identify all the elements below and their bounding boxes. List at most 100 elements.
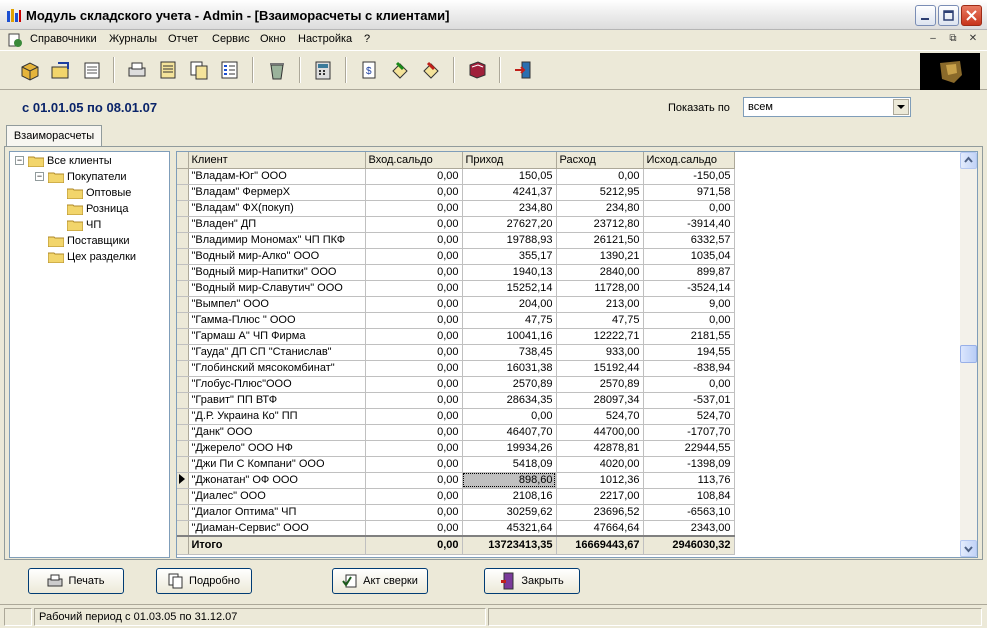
cell-expense[interactable]: 42878,81 — [556, 440, 644, 457]
cell-income[interactable]: 150,05 — [462, 168, 557, 185]
menu-service[interactable]: Сервис — [212, 33, 250, 45]
scroll-up-button[interactable] — [960, 152, 977, 169]
cell-opening-balance[interactable]: 0,00 — [365, 168, 463, 185]
cell-income[interactable]: 234,80 — [462, 200, 557, 217]
table-row[interactable]: "Владам" ФХ(покуп) 0,00 234,80 234,80 0,00 — [177, 200, 735, 217]
cell-client[interactable]: "Гармаш А" ЧП Фирма — [188, 328, 366, 345]
cell-closing-balance[interactable]: -6563,10 — [643, 504, 735, 521]
tree-collapse-toggle[interactable]: − — [35, 172, 44, 181]
cell-opening-balance[interactable]: 0,00 — [365, 312, 463, 329]
row-indicator[interactable] — [177, 408, 189, 425]
cell-client[interactable]: "Глобинский мясокомбинат" — [188, 360, 366, 377]
cell-client[interactable]: "Джерело" ООО НФ — [188, 440, 366, 457]
cell-closing-balance[interactable]: -1398,09 — [643, 456, 735, 473]
row-indicator[interactable] — [177, 376, 189, 393]
cell-expense[interactable]: 44700,00 — [556, 424, 644, 441]
scroll-down-button[interactable] — [960, 540, 977, 557]
cell-closing-balance[interactable]: 899,87 — [643, 264, 735, 281]
cell-client[interactable]: "Диалог Оптима" ЧП — [188, 504, 366, 521]
folder-hand-icon[interactable] — [50, 59, 72, 81]
cell-income[interactable]: 15252,14 — [462, 280, 557, 297]
cell-closing-balance[interactable]: -537,01 — [643, 392, 735, 409]
table-row[interactable]: "Гауда" ДП СП "Станислав" 0,00 738,45 933,0… — [177, 344, 735, 361]
cell-expense[interactable]: 4020,00 — [556, 456, 644, 473]
tree-node-retail[interactable]: Розница — [67, 201, 129, 217]
cell-client[interactable]: "Водный мир-Напитки" ООО — [188, 264, 366, 281]
cell-expense[interactable]: 2217,00 — [556, 488, 644, 505]
cell-opening-balance[interactable]: 0,00 — [365, 376, 463, 393]
cell-opening-balance[interactable]: 0,00 — [365, 360, 463, 377]
cell-client[interactable]: "Вымпел" ООО — [188, 296, 366, 313]
tree-node-wholesale[interactable]: Оптовые — [67, 185, 131, 201]
cell-expense[interactable]: 47,75 — [556, 312, 644, 329]
print-button[interactable]: Печать — [28, 568, 124, 594]
cell-closing-balance[interactable]: 0,00 — [643, 200, 735, 217]
cell-client[interactable]: "Гравит" ПП ВТФ — [188, 392, 366, 409]
row-indicator[interactable] — [177, 312, 189, 329]
cell-closing-balance[interactable]: 1035,04 — [643, 248, 735, 265]
cell-opening-balance[interactable]: 0,00 — [365, 488, 463, 505]
table-row[interactable]: "Диаман-Сервис" ООО 0,00 45321,64 47664,64 2… — [177, 520, 735, 537]
cell-closing-balance[interactable]: 9,00 — [643, 296, 735, 313]
cell-expense[interactable]: 11728,00 — [556, 280, 644, 297]
table-row[interactable]: "Водный мир-Алко" ООО 0,00 355,17 1390,21 10… — [177, 248, 735, 265]
cell-income[interactable]: 19788,93 — [462, 232, 557, 249]
cell-expense[interactable]: 23696,52 — [556, 504, 644, 521]
row-indicator[interactable] — [177, 424, 189, 441]
row-indicator[interactable] — [177, 440, 189, 457]
cell-client[interactable]: "Данк" ООО — [188, 424, 366, 441]
tree-node-cutting-shop[interactable]: Цех разделки — [48, 249, 136, 265]
cell-client[interactable]: "Владам" ФХ(покуп) — [188, 200, 366, 217]
table-row[interactable]: "Гравит" ПП ВТФ 0,00 28634,35 28097,34 -537,… — [177, 392, 735, 409]
table-row[interactable]: "Владимир Мономах" ЧП ПКФ 0,00 19788,93 261… — [177, 232, 735, 249]
cell-income[interactable]: 4241,37 — [462, 184, 557, 201]
cell-income[interactable]: 19934,26 — [462, 440, 557, 457]
row-indicator[interactable] — [177, 200, 189, 217]
menu-report[interactable]: Отчет — [168, 33, 198, 45]
row-indicator[interactable] — [177, 264, 189, 281]
table-row[interactable]: "Джонатан" ОФ ООО 0,00 898,60 1012,36 113,76 — [177, 472, 735, 489]
tree-node-all-clients[interactable]: Все клиенты — [28, 153, 112, 169]
cell-client[interactable]: "Гауда" ДП СП "Станислав" — [188, 344, 366, 361]
money-doc-icon[interactable]: $ — [358, 59, 380, 81]
calculator-icon[interactable] — [312, 59, 334, 81]
print-doc-icon[interactable] — [126, 59, 148, 81]
cell-income[interactable]: 355,17 — [462, 248, 557, 265]
cell-opening-balance[interactable]: 0,00 — [365, 248, 463, 265]
row-indicator[interactable] — [177, 168, 189, 185]
row-indicator[interactable] — [177, 456, 189, 473]
table-row[interactable]: "Водный мир-Славутич" ООО 0,00 15252,14 117… — [177, 280, 735, 297]
expense-arrow-icon[interactable] — [420, 59, 442, 81]
cell-client[interactable]: "Водный мир-Алко" ООО — [188, 248, 366, 265]
row-indicator[interactable] — [177, 280, 189, 297]
tree-node-suppliers[interactable]: Поставщики — [48, 233, 130, 249]
report-icon[interactable] — [157, 59, 179, 81]
cell-client[interactable]: "Глобус-Плюс"ООО — [188, 376, 366, 393]
tree-collapse-toggle[interactable]: − — [15, 156, 24, 165]
scroll-thumb[interactable] — [960, 345, 977, 363]
cell-expense[interactable]: 23712,80 — [556, 216, 644, 233]
cell-opening-balance[interactable]: 0,00 — [365, 504, 463, 521]
tab-settlements[interactable]: Взаиморасчеты — [6, 125, 102, 146]
table-row[interactable]: "Глобинский мясокомбинат" 0,00 16031,38 151… — [177, 360, 735, 377]
cell-closing-balance[interactable]: -1707,70 — [643, 424, 735, 441]
cell-client[interactable]: "Д.Р. Украина Ко" ПП — [188, 408, 366, 425]
show-by-select[interactable]: всем — [743, 97, 911, 117]
income-arrow-icon[interactable] — [389, 59, 411, 81]
cell-income[interactable]: 5418,09 — [462, 456, 557, 473]
cell-opening-balance[interactable]: 0,00 — [365, 328, 463, 345]
cell-closing-balance[interactable]: 524,70 — [643, 408, 735, 425]
cell-expense[interactable]: 234,80 — [556, 200, 644, 217]
cell-closing-balance[interactable]: 108,84 — [643, 488, 735, 505]
cell-closing-balance[interactable]: 971,58 — [643, 184, 735, 201]
minimize-button[interactable] — [915, 5, 936, 26]
dropdown-arrow-button[interactable] — [893, 99, 909, 115]
client-tree[interactable]: − Все клиенты − Покупатели Оптовые Розни… — [9, 151, 170, 558]
row-indicator[interactable] — [177, 232, 189, 249]
vertical-scrollbar[interactable] — [960, 152, 977, 557]
table-row[interactable]: "Владам" ФермерХ 0,00 4241,37 5212,95 971,58 — [177, 184, 735, 201]
cell-expense[interactable]: 933,00 — [556, 344, 644, 361]
document-list-icon[interactable] — [81, 59, 103, 81]
cell-opening-balance[interactable]: 0,00 — [365, 408, 463, 425]
copy-doc-icon[interactable] — [188, 59, 210, 81]
